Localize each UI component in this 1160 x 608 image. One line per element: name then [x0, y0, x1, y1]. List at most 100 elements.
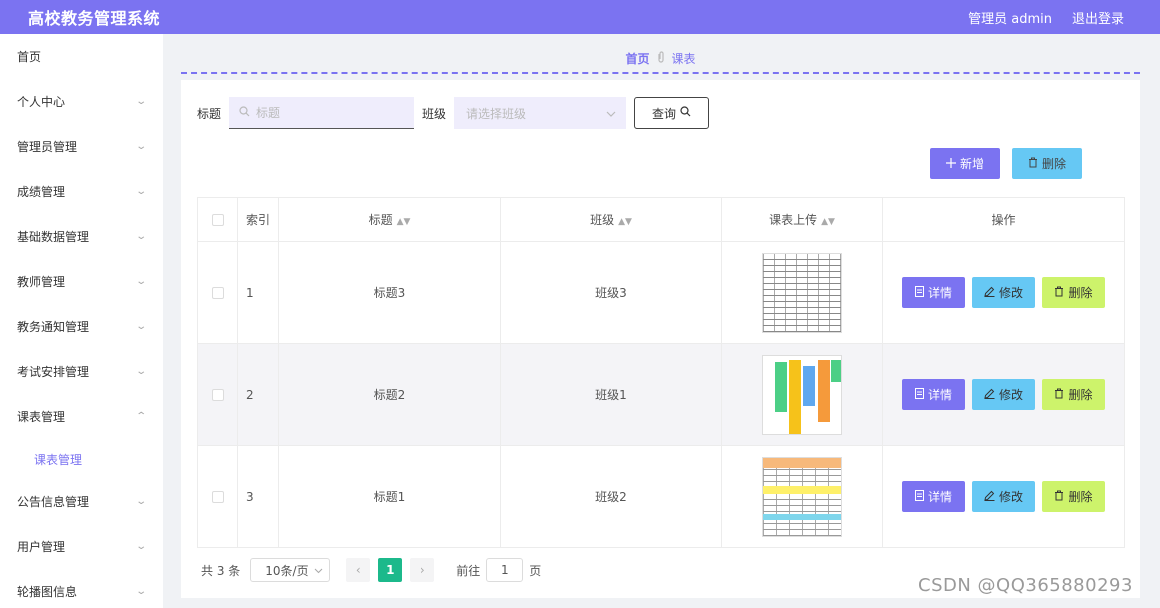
- trash-icon: [1054, 388, 1064, 402]
- sidebar-item-teachers[interactable]: 教师管理 ⌄: [0, 259, 163, 304]
- sidebar-item-basic-data[interactable]: 基础数据管理 ⌄: [0, 214, 163, 259]
- row-title: 标题2: [278, 343, 501, 446]
- sidebar: 首页 个人中心 ⌄ 管理员管理 ⌄ 成绩管理 ⌄ 基础数据管理 ⌄ 教师管理 ⌄ 教务通知…: [0, 34, 163, 608]
- edit-button[interactable]: 修改: [972, 379, 1035, 410]
- schedule-thumbnail[interactable]: [762, 456, 842, 537]
- schedule-thumbnail[interactable]: [762, 354, 842, 435]
- chevron-down-icon: ⌄: [134, 96, 147, 107]
- content-panel: 标题 标题 班级 请选择班级 查询 新增 删除 索引 标题 ▲▼ 班级 ▲▼ 课…: [181, 80, 1140, 598]
- trash-icon: [1028, 157, 1038, 171]
- prev-page-button[interactable]: ‹: [346, 558, 371, 582]
- edit-button[interactable]: 修改: [972, 481, 1035, 512]
- detail-button[interactable]: 详情: [902, 379, 965, 410]
- checkbox[interactable]: [211, 214, 224, 226]
- row-title: 标题3: [278, 241, 501, 344]
- row-class: 班级2: [500, 445, 722, 548]
- document-icon: [914, 387, 924, 402]
- goto-page: 前往 1 页: [456, 558, 541, 582]
- goto-page-input[interactable]: 1: [486, 558, 524, 582]
- batch-delete-button[interactable]: 删除: [1012, 148, 1082, 179]
- sidebar-item-grades[interactable]: 成绩管理 ⌄: [0, 169, 163, 214]
- sort-icon[interactable]: ▲▼: [618, 217, 632, 227]
- chevron-right-icon: ›: [419, 563, 425, 577]
- pagination: 共 3 条 10条/页 ‹ 1 › 前往 1 页: [201, 558, 541, 582]
- chevron-down-icon: ⌄: [134, 366, 147, 377]
- table-header-row: 索引 标题 ▲▼ 班级 ▲▼ 课表上传 ▲▼ 操作: [197, 197, 1125, 242]
- header-index: 索引: [237, 197, 279, 242]
- add-button-label: 新增: [959, 157, 984, 171]
- page-number-current[interactable]: 1: [378, 558, 403, 582]
- sort-icon[interactable]: ▲▼: [821, 217, 835, 227]
- sidebar-item-announcements[interactable]: 公告信息管理 ⌄: [0, 479, 163, 524]
- chevron-down-icon: ⌄: [134, 276, 147, 287]
- add-button[interactable]: 新增: [930, 148, 1000, 179]
- schedule-table: 索引 标题 ▲▼ 班级 ▲▼ 课表上传 ▲▼ 操作 1 标题3 班级3 详情 修改 删…: [197, 197, 1125, 548]
- next-page-button[interactable]: ›: [410, 558, 435, 582]
- page-size-select[interactable]: 10条/页: [250, 558, 331, 582]
- paperclip-icon: [656, 50, 666, 66]
- title-input-placeholder: 标题: [256, 106, 281, 120]
- checkbox[interactable]: [211, 287, 224, 299]
- sort-icon[interactable]: ▲▼: [397, 217, 411, 227]
- current-user[interactable]: 管理员 admin: [968, 8, 1052, 27]
- sidebar-item-schedule[interactable]: 课表管理 ⌃: [0, 394, 163, 439]
- table-row: 2 标题2 班级1 详情 修改 删除: [197, 343, 1125, 446]
- top-header: 高校教务管理系统 管理员 admin 退出登录: [0, 0, 1160, 34]
- checkbox[interactable]: [211, 389, 224, 401]
- goto-suffix: 页: [529, 563, 542, 578]
- search-bar: 标题 标题 班级 请选择班级 查询: [197, 97, 710, 129]
- detail-button[interactable]: 详情: [902, 481, 965, 512]
- sidebar-item-carousel[interactable]: 轮播图信息 ⌄: [0, 569, 163, 608]
- sidebar-item-exams[interactable]: 考试安排管理 ⌄: [0, 349, 163, 394]
- edit-button[interactable]: 修改: [972, 277, 1035, 308]
- class-select[interactable]: 请选择班级: [454, 97, 627, 129]
- checkbox[interactable]: [211, 491, 224, 503]
- row-ops: 详情 修改 删除: [882, 343, 1125, 446]
- title-label: 标题: [197, 106, 222, 121]
- table-row: 3 标题1 班级2 详情 修改 删除: [197, 445, 1125, 548]
- sidebar-subitem-schedule[interactable]: 课表管理: [0, 439, 163, 479]
- sidebar-item-admin[interactable]: 管理员管理 ⌄: [0, 124, 163, 169]
- row-select[interactable]: [197, 445, 238, 548]
- breadcrumb-home[interactable]: 首页: [625, 50, 649, 67]
- delete-button[interactable]: 删除: [1042, 379, 1105, 410]
- header-upload[interactable]: 课表上传 ▲▼: [721, 197, 883, 242]
- header-title[interactable]: 标题 ▲▼: [278, 197, 501, 242]
- logout-link[interactable]: 退出登录: [1072, 8, 1124, 27]
- detail-button[interactable]: 详情: [902, 277, 965, 308]
- row-index: 1: [237, 241, 279, 344]
- row-index: 2: [237, 343, 279, 446]
- breadcrumb-current: 课表: [671, 51, 696, 66]
- row-thumbnail-cell: [721, 241, 883, 344]
- pencil-icon: [984, 286, 995, 300]
- header-select-all[interactable]: [197, 197, 238, 242]
- plus-icon: [945, 157, 956, 171]
- sidebar-item-profile[interactable]: 个人中心 ⌄: [0, 79, 163, 124]
- goto-label: 前往: [456, 563, 481, 578]
- row-thumbnail-cell: [721, 445, 883, 548]
- query-button-label: 查询: [652, 106, 677, 121]
- delete-button[interactable]: 删除: [1042, 277, 1105, 308]
- chevron-down-icon: ⌄: [134, 141, 147, 152]
- row-ops: 详情 修改 删除: [882, 241, 1125, 344]
- app-title: 高校教务管理系统: [28, 9, 161, 28]
- document-icon: [914, 285, 924, 300]
- sidebar-item-notices[interactable]: 教务通知管理 ⌄: [0, 304, 163, 349]
- delete-button[interactable]: 删除: [1042, 481, 1105, 512]
- header-ops: 操作: [882, 197, 1125, 242]
- document-icon: [914, 489, 924, 504]
- row-ops: 详情 修改 删除: [882, 445, 1125, 548]
- query-button[interactable]: 查询: [634, 97, 710, 129]
- watermark: CSDN @QQ365880293: [918, 575, 1133, 596]
- row-select[interactable]: [197, 241, 238, 344]
- title-search-input[interactable]: 标题: [229, 97, 415, 129]
- chevron-down-icon: [606, 106, 616, 120]
- schedule-thumbnail[interactable]: [762, 252, 842, 333]
- header-actions: 管理员 admin 退出登录: [968, 8, 1124, 27]
- header-class[interactable]: 班级 ▲▼: [500, 197, 722, 242]
- row-select[interactable]: [197, 343, 238, 446]
- table-row: 1 标题3 班级3 详情 修改 删除: [197, 241, 1125, 344]
- chevron-down-icon: ⌄: [134, 496, 147, 507]
- sidebar-item-home[interactable]: 首页: [0, 34, 163, 79]
- sidebar-item-users[interactable]: 用户管理 ⌄: [0, 524, 163, 569]
